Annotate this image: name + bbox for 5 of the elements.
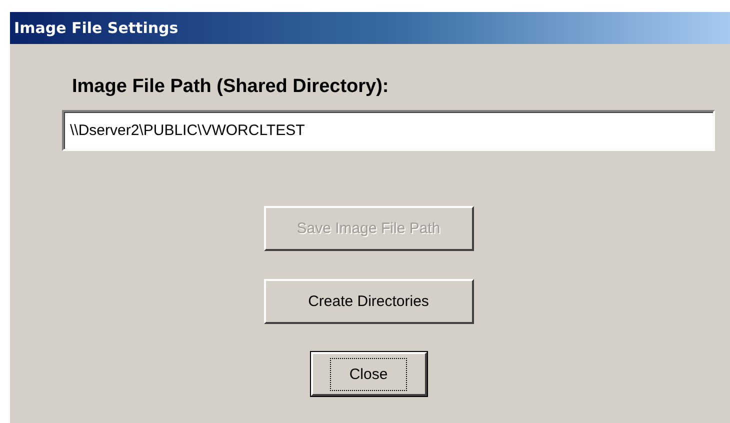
path-field[interactable]: \\Dserver2\PUBLIC\VWORCLTEST [62, 110, 715, 151]
path-label: Image File Path (Shared Directory): [72, 76, 390, 98]
window-title: Image File Settings [14, 19, 178, 37]
dialog-button[interactable]: Close [310, 352, 426, 396]
dialog-button[interactable]: Create Directories [264, 279, 474, 324]
